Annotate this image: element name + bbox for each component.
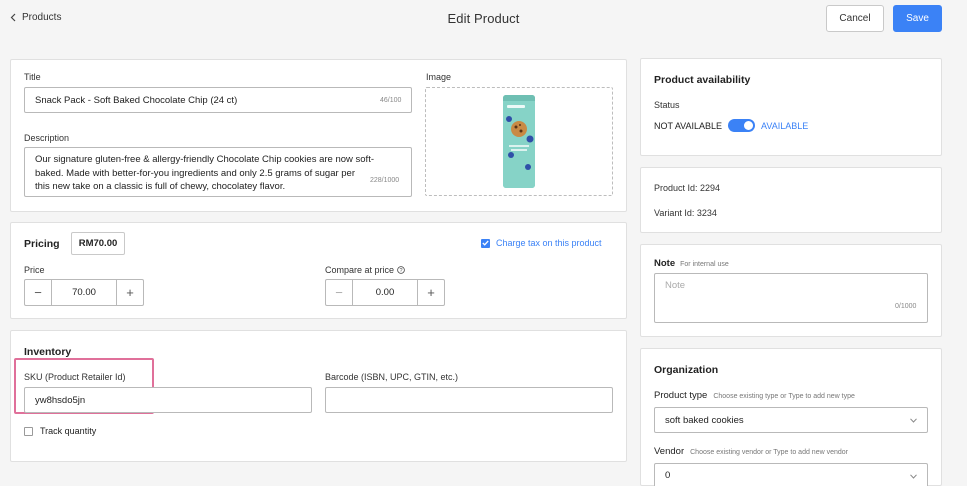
title-label: Title <box>24 72 41 82</box>
sku-input[interactable]: yw8hsdo5jn <box>24 387 312 413</box>
product-type-label: Product type <box>654 390 708 401</box>
price-label: Price <box>24 265 45 275</box>
track-quantity-option[interactable]: Track quantity <box>24 426 96 436</box>
availability-card <box>640 58 942 156</box>
compare-price-stepper[interactable]: − 0.00 + <box>325 279 445 306</box>
price-stepper[interactable]: − 70.00 + <box>24 279 144 306</box>
save-button[interactable]: Save <box>893 5 942 32</box>
pricing-heading: Pricing <box>24 238 60 250</box>
price-value[interactable]: 70.00 <box>51 280 117 305</box>
note-hint: For internal use <box>680 261 729 268</box>
sku-label: SKU (Product Retailer Id) <box>24 372 126 382</box>
description-label: Description <box>24 133 70 143</box>
variant-id: Variant Id: 3234 <box>654 208 717 218</box>
vendor-value: 0 <box>665 469 671 481</box>
cancel-button[interactable]: Cancel <box>826 5 884 32</box>
product-type-label-row: Product type Choose existing type or Typ… <box>654 390 855 401</box>
charge-tax-toggle[interactable]: Charge tax on this product <box>481 238 602 248</box>
title-value: Snack Pack - Soft Baked Chocolate Chip (… <box>35 94 238 106</box>
product-image <box>503 95 535 188</box>
track-quantity-label: Track quantity <box>40 426 97 436</box>
note-counter: 0/1000 <box>895 303 917 310</box>
note-label-row: Note For internal use <box>654 258 729 269</box>
title-input[interactable]: Snack Pack - Soft Baked Chocolate Chip (… <box>24 87 412 113</box>
pricing-total-badge: RM70.00 <box>71 232 125 255</box>
check-icon <box>482 240 489 246</box>
vendor-select[interactable]: 0 <box>654 463 928 486</box>
svg-text:?: ? <box>400 268 403 274</box>
chevron-down-icon <box>910 418 917 423</box>
barcode-label: Barcode (ISBN, UPC, GTIN, etc.) <box>325 372 459 382</box>
product-type-hint: Choose existing type or Type to add new … <box>713 393 855 400</box>
vendor-label: Vendor <box>654 446 685 457</box>
ids-card <box>640 167 942 233</box>
compare-price-decrement-button[interactable]: − <box>326 280 352 305</box>
availability-heading: Product availability <box>654 74 751 86</box>
charge-tax-checkbox[interactable] <box>481 238 490 248</box>
description-textarea[interactable]: Our signature gluten-free & allergy-frie… <box>24 147 412 197</box>
inventory-heading: Inventory <box>24 346 72 358</box>
product-type-select[interactable]: soft baked cookies <box>654 407 928 433</box>
page-title: Edit Product <box>447 11 520 26</box>
not-available-label: NOT AVAILABLE <box>654 120 723 131</box>
track-quantity-checkbox[interactable] <box>24 426 33 436</box>
description-line: baked. Made with better-for-you ingredie… <box>35 167 356 179</box>
price-increment-button[interactable]: + <box>117 280 143 305</box>
sku-value: yw8hsdo5jn <box>35 394 86 406</box>
description-counter: 228/1000 <box>370 177 400 184</box>
title-counter: 46/100 <box>380 97 402 104</box>
chevron-down-icon <box>910 474 917 479</box>
compare-price-label-text: Compare at price <box>325 265 395 275</box>
compare-price-label: Compare at price ? <box>325 265 405 275</box>
product-id: Product Id: 2294 <box>654 183 721 193</box>
toggle-knob <box>744 121 754 130</box>
description-line: Our signature gluten-free & allergy-frie… <box>35 154 374 165</box>
compare-price-increment-button[interactable]: + <box>418 280 444 305</box>
question-circle-icon[interactable]: ? <box>397 266 405 274</box>
availability-toggle[interactable] <box>728 119 756 132</box>
product-type-value: soft baked cookies <box>665 414 744 426</box>
image-label: Image <box>426 72 452 82</box>
vendor-hint: Choose existing vendor or Type to add ne… <box>690 449 848 456</box>
organization-heading: Organization <box>654 364 719 376</box>
note-label: Note <box>654 258 676 269</box>
note-placeholder: Note <box>665 280 686 291</box>
description-line: this new take on a classic is full of ch… <box>35 181 286 192</box>
vendor-label-row: Vendor Choose existing vendor or Type to… <box>654 446 848 457</box>
available-label: AVAILABLE <box>761 120 809 131</box>
compare-price-value[interactable]: 0.00 <box>352 280 418 305</box>
note-textarea[interactable]: Note <box>654 273 928 323</box>
price-decrement-button[interactable]: − <box>25 280 51 305</box>
status-label: Status <box>654 100 680 110</box>
barcode-input[interactable] <box>325 387 613 413</box>
availability-toggle-row: NOT AVAILABLE AVAILABLE <box>654 119 808 132</box>
charge-tax-label: Charge tax on this product <box>496 238 602 248</box>
